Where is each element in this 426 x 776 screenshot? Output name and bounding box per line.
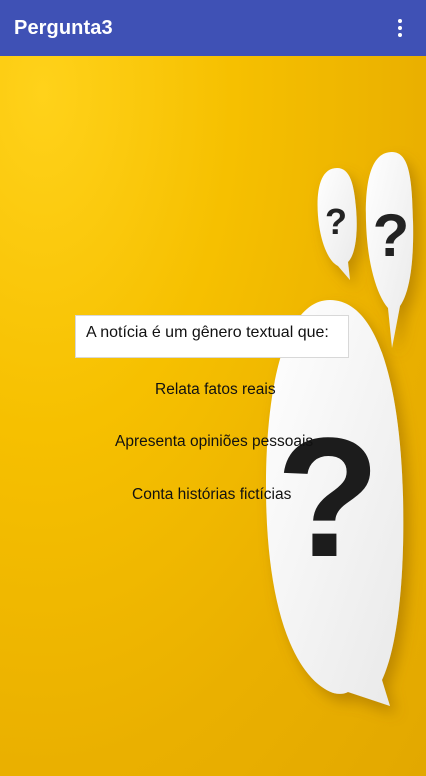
option-2-button[interactable]: Apresenta opiniões pessoais bbox=[115, 433, 313, 451]
app-title: Pergunta3 bbox=[14, 16, 113, 39]
option-3-button[interactable]: Conta histórias fictícias bbox=[132, 486, 291, 504]
app-bar: Pergunta3 bbox=[0, 0, 426, 56]
option-1-button[interactable]: Relata fatos reais bbox=[155, 381, 276, 399]
more-vert-icon[interactable] bbox=[380, 8, 420, 48]
question-text: A notícia é um gênero textual que: bbox=[75, 315, 349, 358]
background-image: ? ? ? bbox=[0, 56, 426, 776]
question-bubble-icon: ? bbox=[365, 152, 414, 348]
question-bubble-icon: ? bbox=[317, 168, 357, 280]
svg-text:?: ? bbox=[325, 201, 347, 242]
svg-text:?: ? bbox=[276, 403, 380, 593]
svg-text:?: ? bbox=[373, 202, 410, 269]
